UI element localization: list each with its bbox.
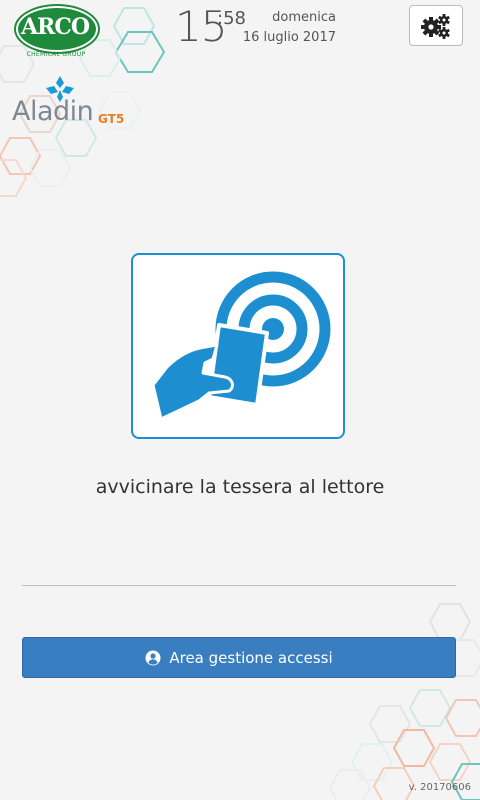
access-management-label: Area gestione accessi	[169, 648, 333, 667]
arco-logo-word: ARCO	[20, 14, 90, 40]
arco-logo-subtitle: CHEMICAL GROUP	[26, 51, 86, 58]
arco-logo: ARCO CHEMICAL GROUP	[14, 6, 98, 60]
date-weekday: domenica	[272, 10, 336, 25]
aladin-gt5-suffix: GT5	[98, 112, 125, 126]
clock-minutes: :58	[217, 8, 246, 29]
date-full: 16 luglio 2017	[242, 30, 336, 45]
nfc-card-tap-icon	[151, 271, 331, 421]
settings-button[interactable]	[409, 5, 463, 46]
access-management-button[interactable]: Area gestione accessi	[22, 637, 456, 678]
version-label: v. 20170606	[408, 782, 471, 793]
divider	[22, 585, 456, 586]
card-reader-panel	[131, 253, 345, 439]
gears-icon	[421, 13, 450, 39]
aladin-wordmark: Aladin	[12, 96, 94, 127]
reader-instruction: avvicinare la tessera al lettore	[95, 476, 385, 498]
aladin-logo: Aladin GT5	[12, 74, 142, 130]
user-circle-icon	[145, 650, 161, 665]
